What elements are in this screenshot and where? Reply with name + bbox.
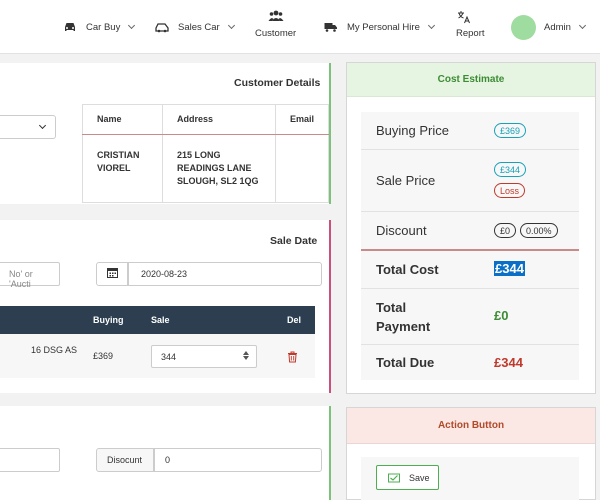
chevron-down-icon bbox=[128, 21, 136, 30]
total-payment-value: £0 bbox=[494, 308, 509, 323]
total-due-label: Total Due bbox=[376, 355, 435, 370]
customer-name-line: VIOREL bbox=[97, 163, 131, 173]
nav-sales-car-label: Sales Car bbox=[178, 21, 220, 33]
buying-price-label: Buying Price bbox=[376, 123, 449, 138]
sale-date-title: Sale Date bbox=[270, 235, 318, 247]
nav-report[interactable]: Report bbox=[456, 10, 485, 39]
save-button[interactable]: Save bbox=[376, 465, 439, 490]
customer-address-cell: 215 LONG READINGS LANE SLOUGH, SL2 1QG bbox=[161, 134, 276, 203]
truck-icon bbox=[324, 20, 338, 34]
users-icon bbox=[268, 10, 284, 24]
nav-admin-label: Admin bbox=[544, 21, 571, 33]
customer-select[interactable] bbox=[0, 115, 56, 139]
nav-sales-car[interactable]: Sales Car bbox=[155, 0, 235, 54]
buying-price-badge: £369 bbox=[494, 123, 527, 138]
column-header-name: Name bbox=[82, 104, 163, 135]
total-payment-row: Total Payment £0 bbox=[361, 289, 579, 345]
total-payment-label: Total Payment bbox=[376, 298, 430, 336]
total-due-row: Total Due £344 bbox=[361, 345, 579, 380]
nav-report-label: Report bbox=[456, 28, 485, 39]
buying-price-row: Buying Price £369 bbox=[361, 112, 579, 150]
delete-button[interactable] bbox=[287, 350, 298, 368]
item-buying-price: £369 bbox=[93, 351, 114, 361]
discount-label: Discount bbox=[376, 223, 427, 238]
total-payment-label-line: Payment bbox=[376, 319, 431, 334]
customer-details-title: Customer Details bbox=[234, 77, 321, 89]
customer-email-cell bbox=[274, 134, 329, 203]
discount-label: Disocunt bbox=[96, 448, 154, 472]
table-row: CRISTIAN VIOREL 215 LONG READINGS LANE S… bbox=[83, 134, 329, 203]
items-table-header: Buying Sale Del bbox=[0, 306, 315, 334]
chevron-down-icon bbox=[227, 21, 235, 30]
address-line: READINGS LANE bbox=[176, 163, 252, 173]
nav-my-personal-hire[interactable]: My Personal Hire bbox=[324, 0, 435, 54]
nav-customer-label: Customer bbox=[255, 28, 297, 39]
item-sale-input[interactable]: 344 bbox=[151, 345, 257, 368]
total-payment-label-line: Total bbox=[376, 300, 407, 315]
car-side-icon bbox=[155, 20, 169, 34]
column-header-del: Del bbox=[287, 315, 302, 325]
save-button-label: Save bbox=[409, 472, 430, 483]
chevron-down-icon bbox=[38, 121, 47, 130]
cost-estimate-title: Cost Estimate bbox=[347, 63, 595, 97]
address-line: 215 LONG bbox=[176, 150, 221, 160]
car-icon bbox=[63, 20, 77, 34]
loss-badge: Loss bbox=[494, 183, 526, 198]
sale-price-label: Sale Price bbox=[376, 173, 436, 188]
column-header-address: Address bbox=[161, 104, 276, 135]
calendar-button[interactable] bbox=[96, 262, 128, 286]
avatar[interactable] bbox=[511, 15, 536, 40]
total-cost-value: £344 bbox=[494, 261, 525, 276]
sale-price-badge: £344 bbox=[494, 162, 527, 177]
sale-price-row: Sale Price £344 Loss bbox=[361, 150, 579, 212]
nav-my-personal-hire-label: My Personal Hire bbox=[347, 21, 420, 33]
action-title: Action Button bbox=[347, 408, 595, 444]
item-sale-value: 344 bbox=[161, 352, 177, 362]
cost-estimate-body: Buying Price £369 Sale Price £344 Loss D… bbox=[361, 112, 579, 380]
number-stepper[interactable] bbox=[242, 350, 250, 364]
stepper-down-icon[interactable] bbox=[243, 356, 249, 360]
customer-table: Name Address Email CRISTIAN VIOREL 215 L… bbox=[82, 104, 329, 203]
discount-percent-badge: 0.00% bbox=[520, 223, 558, 238]
nav-car-buy[interactable]: Car Buy bbox=[63, 0, 136, 54]
total-cost-label: Total Cost bbox=[376, 262, 439, 277]
column-header-sale: Sale bbox=[151, 315, 170, 325]
save-icon bbox=[388, 473, 400, 483]
customer-name-cell: CRISTIAN VIOREL bbox=[83, 135, 163, 203]
nav-admin[interactable]: Admin bbox=[544, 0, 586, 54]
column-header-email: Email bbox=[274, 104, 329, 135]
discount-left-input[interactable] bbox=[0, 448, 60, 472]
column-header-buying: Buying bbox=[93, 315, 124, 325]
top-navbar: Car Buy Sales Car Customer My Personal H… bbox=[0, 0, 600, 54]
stepper-up-icon[interactable] bbox=[243, 351, 249, 355]
sale-date-input[interactable]: 2020-08-23 bbox=[128, 262, 322, 286]
trash-icon bbox=[287, 350, 298, 367]
total-cost-row: Total Cost £344 bbox=[361, 251, 579, 289]
nav-car-buy-label: Car Buy bbox=[86, 21, 121, 33]
chevron-down-icon bbox=[427, 21, 435, 30]
discount-input[interactable]: 0 bbox=[154, 448, 322, 472]
item-description: 16 DSG AS bbox=[31, 345, 78, 355]
total-due-value: £344 bbox=[494, 355, 523, 370]
calendar-icon bbox=[106, 265, 118, 283]
registration-search-input[interactable]: No' or 'Aucti bbox=[0, 262, 60, 289]
nav-customer[interactable]: Customer bbox=[255, 10, 296, 39]
discount-row: Discount £0 0.00% bbox=[361, 212, 579, 251]
discount-amount-badge: £0 bbox=[494, 223, 517, 238]
translate-icon bbox=[456, 10, 472, 24]
address-line: SLOUGH, SL2 1QG bbox=[176, 176, 259, 186]
customer-name-line: CRISTIAN bbox=[97, 150, 140, 160]
chevron-down-icon bbox=[578, 21, 586, 30]
